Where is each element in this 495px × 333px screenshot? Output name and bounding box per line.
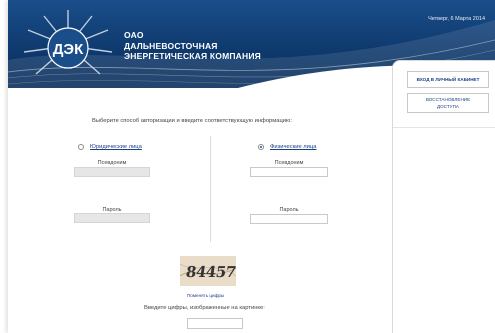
individual-login-label: Псевдоним <box>274 160 304 166</box>
restore-access-label-line2: ДОСТУПА <box>437 103 459 109</box>
page: ДЭК ОАО ДАЛЬНЕВОСТОЧНАЯ ЭНЕРГЕТИЧЕСКАЯ К… <box>8 0 495 333</box>
captcha-input[interactable] <box>187 318 243 329</box>
captcha-text: 84457 <box>184 263 236 281</box>
individual-login-input[interactable] <box>250 167 328 177</box>
company-name: ОАО ДАЛЬНЕВОСТОЧНАЯ ЭНЕРГЕТИЧЕСКАЯ КОМПА… <box>124 30 261 62</box>
legal-login-label: Псевдоним <box>97 160 127 166</box>
auth-instruction: Выберите способ авторизации и введите со… <box>92 118 293 124</box>
captcha-image: 84457 <box>180 256 236 286</box>
individual-password-label: Пароль <box>279 207 299 213</box>
company-logo: ДЭК <box>23 10 113 75</box>
radio-button[interactable] <box>258 144 264 150</box>
individual-password-input[interactable] <box>250 214 328 224</box>
captcha-prompt: Введите цифры, изображенные на картинке: <box>144 305 265 311</box>
radio-individuals[interactable]: Физические лица <box>258 144 316 150</box>
column-divider <box>210 136 211 242</box>
current-date: Четверг, 6 Марта 2014 <box>428 16 485 22</box>
panel-divider <box>393 127 495 128</box>
login-cabinet-button[interactable]: ВХОД В ЛИЧНЫЙ КАБИНЕТ <box>407 71 489 88</box>
legal-login-input[interactable] <box>74 167 150 177</box>
company-line: ЭНЕРГЕТИЧЕСКАЯ КОМПАНИЯ <box>124 51 261 61</box>
company-line: ДАЛЬНЕВОСТОЧНАЯ <box>124 40 218 51</box>
radio-legal-entities-label[interactable]: Юридические лица <box>90 144 142 150</box>
logo-text: ДЭК <box>53 41 84 58</box>
restore-access-button[interactable]: ВОССТАНОВЛЕНИЕ ДОСТУПА <box>407 93 489 113</box>
change-digits-link[interactable]: Поменять цифры <box>187 293 224 298</box>
radio-individuals-label[interactable]: Физические лица <box>270 144 316 150</box>
radio-button[interactable] <box>78 144 84 150</box>
right-panel: ВХОД В ЛИЧНЫЙ КАБИНЕТ ВОССТАНОВЛЕНИЕ ДОС… <box>392 60 495 333</box>
radio-legal-entities[interactable]: Юридические лица <box>78 144 142 150</box>
company-line: ОАО <box>124 30 144 40</box>
legal-password-input[interactable] <box>74 213 150 223</box>
